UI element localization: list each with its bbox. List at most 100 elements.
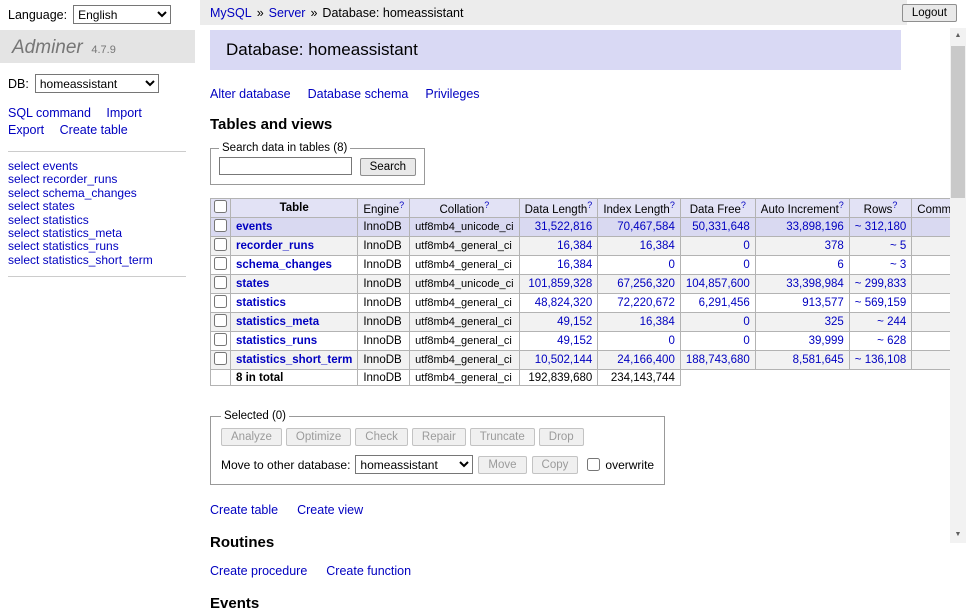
sidebar-table-link-recorder-runs[interactable]: select recorder_runs [8,173,186,186]
create-procedure-link[interactable]: Create procedure [210,564,307,578]
data-length-link[interactable]: 16,384 [557,259,592,271]
row-checkbox[interactable] [214,333,227,346]
table-name-link[interactable]: events [236,221,272,233]
data-free-link[interactable]: 0 [743,335,749,347]
logout-button[interactable]: Logout [902,4,957,22]
rows-link[interactable]: ~ 299,833 [855,278,906,290]
data-length-link[interactable]: 49,152 [557,316,592,328]
optimize-button[interactable]: Optimize [286,428,351,446]
table-name-link[interactable]: schema_changes [236,259,332,271]
rows-link[interactable]: ~ 244 [877,316,906,328]
index-length-link[interactable]: 70,467,584 [617,221,675,233]
data-free-link[interactable]: 0 [743,259,749,271]
help-icon[interactable]: ? [741,200,746,210]
move-button[interactable]: Move [478,456,526,474]
data-length-link[interactable]: 48,824,320 [535,297,593,309]
sidebar-table-link-statistics-meta[interactable]: select statistics_meta [8,227,186,240]
auto-increment-link[interactable]: 378 [825,240,844,252]
data-length-link[interactable]: 49,152 [557,335,592,347]
help-icon[interactable]: ? [484,200,489,210]
data-free-link[interactable]: 6,291,456 [699,297,750,309]
sidebar-link-sql-command[interactable]: SQL command [8,106,91,120]
index-length-link[interactable]: 16,384 [640,240,675,252]
data-free-link[interactable]: 104,857,600 [686,278,750,290]
table-name-link[interactable]: statistics_runs [236,335,317,347]
sidebar-link-import[interactable]: Import [106,106,141,120]
sidebar-table-link-statistics-short-term[interactable]: select statistics_short_term [8,254,186,267]
rows-link[interactable]: ~ 5 [890,240,906,252]
data-length-link[interactable]: 101,859,328 [528,278,592,290]
auto-increment-link[interactable]: 6 [837,259,843,271]
privileges-link[interactable]: Privileges [425,87,479,101]
help-icon[interactable]: ? [839,200,844,210]
database-schema-link[interactable]: Database schema [308,87,409,101]
check-button[interactable]: Check [355,428,408,446]
auto-increment-link[interactable]: 33,898,196 [786,221,844,233]
create-table-link[interactable]: Create table [210,503,278,517]
row-checkbox[interactable] [214,295,227,308]
table-name-link[interactable]: statistics_meta [236,316,319,328]
help-icon[interactable]: ? [587,200,592,210]
data-free-link[interactable]: 0 [743,240,749,252]
auto-increment-link[interactable]: 325 [825,316,844,328]
help-icon[interactable]: ? [892,200,897,210]
row-checkbox[interactable] [214,238,227,251]
select-all-checkbox[interactable] [214,200,227,213]
data-free-link[interactable]: 0 [743,316,749,328]
search-input[interactable] [219,157,352,175]
search-button[interactable]: Search [360,158,416,176]
repair-button[interactable]: Repair [412,428,466,446]
data-length-link[interactable]: 31,522,816 [535,221,593,233]
auto-increment-link[interactable]: 8,581,645 [793,354,844,366]
sidebar-table-link-states[interactable]: select states [8,200,186,213]
sidebar-link-export[interactable]: Export [8,123,44,137]
breadcrumb-link-server[interactable]: Server [269,6,306,20]
table-name-link[interactable]: recorder_runs [236,240,314,252]
table-name-link[interactable]: states [236,278,269,290]
help-icon[interactable]: ? [399,200,404,210]
scroll-up-icon[interactable]: ▲ [950,28,966,44]
language-select[interactable]: English [73,5,171,24]
analyze-button[interactable]: Analyze [221,428,282,446]
rows-link[interactable]: ~ 569,159 [855,297,906,309]
rows-link[interactable]: ~ 628 [877,335,906,347]
auto-increment-link[interactable]: 33,398,984 [786,278,844,290]
auto-increment-link[interactable]: 39,999 [809,335,844,347]
index-length-link[interactable]: 0 [668,335,674,347]
auto-increment-link[interactable]: 913,577 [802,297,844,309]
create-function-link[interactable]: Create function [326,564,411,578]
row-checkbox[interactable] [214,219,227,232]
rows-link[interactable]: ~ 312,180 [855,221,906,233]
sidebar-table-link-statistics[interactable]: select statistics [8,214,186,227]
truncate-button[interactable]: Truncate [470,428,535,446]
index-length-link[interactable]: 72,220,672 [617,297,675,309]
help-icon[interactable]: ? [670,200,675,210]
index-length-link[interactable]: 0 [668,259,674,271]
row-checkbox[interactable] [214,352,227,365]
table-name-link[interactable]: statistics_short_term [236,354,352,366]
breadcrumb-link-mysql[interactable]: MySQL [210,6,252,20]
alter-database-link[interactable]: Alter database [210,87,291,101]
index-length-link[interactable]: 16,384 [640,316,675,328]
sidebar-table-link-statistics-runs[interactable]: select statistics_runs [8,240,186,253]
scroll-thumb[interactable] [951,46,965,198]
row-checkbox[interactable] [214,276,227,289]
data-free-link[interactable]: 188,743,680 [686,354,750,366]
scrollbar[interactable]: ▲ ▼ [950,28,966,543]
sidebar-table-link-events[interactable]: select events [8,160,186,173]
row-checkbox[interactable] [214,257,227,270]
table-name-link[interactable]: statistics [236,297,286,309]
row-checkbox[interactable] [214,314,227,327]
overwrite-checkbox[interactable] [587,458,600,471]
sidebar-table-link-schema-changes[interactable]: select schema_changes [8,187,186,200]
db-select[interactable]: homeassistant [35,74,159,93]
rows-link[interactable]: ~ 3 [890,259,906,271]
data-free-link[interactable]: 50,331,648 [692,221,750,233]
rows-link[interactable]: ~ 136,108 [855,354,906,366]
move-database-select[interactable]: homeassistant [355,455,473,474]
index-length-link[interactable]: 67,256,320 [617,278,675,290]
drop-button[interactable]: Drop [539,428,584,446]
create-view-link[interactable]: Create view [297,503,363,517]
sidebar-link-create-table[interactable]: Create table [60,123,128,137]
data-length-link[interactable]: 10,502,144 [535,354,593,366]
